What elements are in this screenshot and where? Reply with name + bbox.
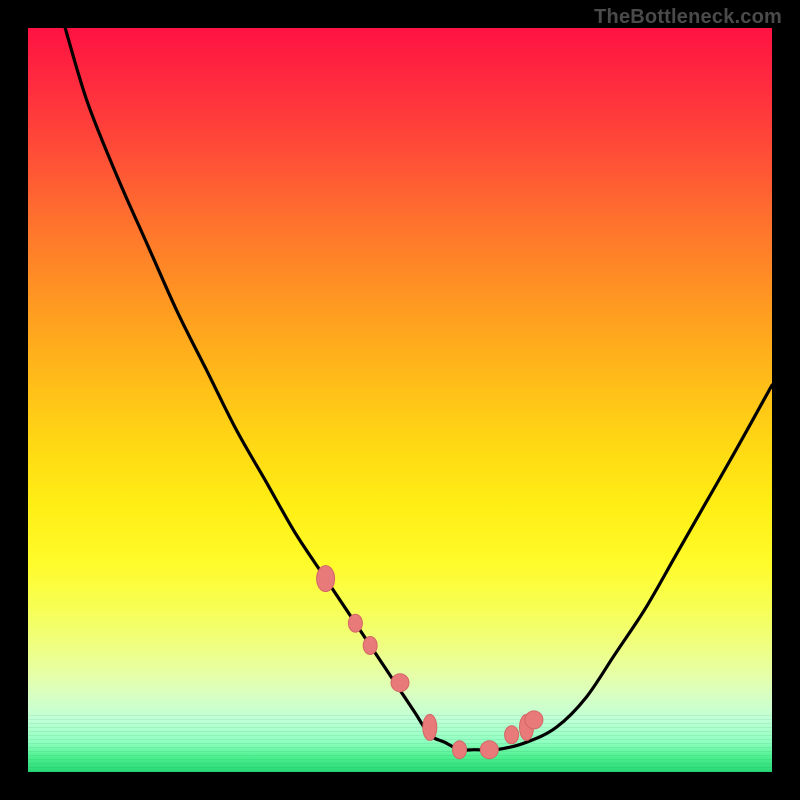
curve-marker [317, 566, 335, 592]
curve-marker [505, 726, 519, 744]
outer-frame: TheBottleneck.com [0, 0, 800, 800]
curve-marker [363, 637, 377, 655]
marker-layer [317, 566, 543, 759]
curve-marker [391, 674, 409, 692]
curve-marker [480, 741, 498, 759]
plot-area [28, 28, 772, 772]
bottleneck-curve-svg [28, 28, 772, 772]
bottleneck-curve-path [65, 28, 772, 750]
source-watermark: TheBottleneck.com [594, 6, 782, 29]
curve-marker [348, 614, 362, 632]
curve-marker [525, 711, 543, 729]
curve-marker [453, 741, 467, 759]
curve-marker [423, 714, 437, 740]
